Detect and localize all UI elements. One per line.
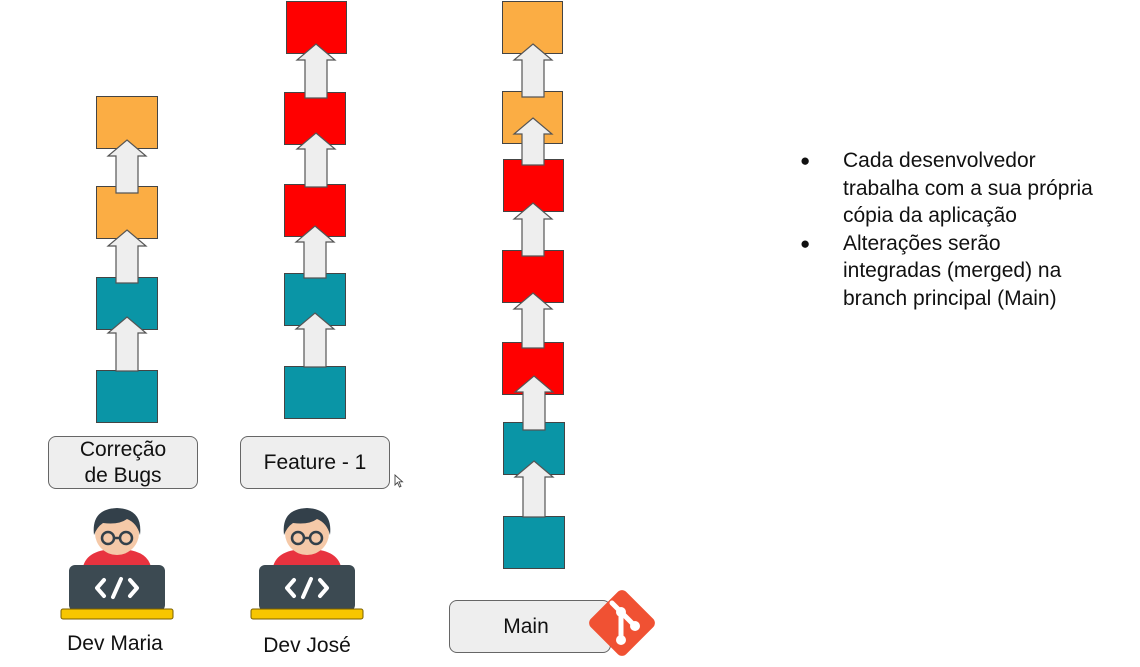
arrow-up-icon bbox=[106, 229, 148, 284]
arrow-up-icon bbox=[106, 139, 148, 194]
git-branching-diagram: Correção de Bugs Feature - 1 Main Dev Ma… bbox=[0, 0, 1140, 663]
mouse-cursor-icon bbox=[394, 474, 404, 488]
bullet-icon: ● bbox=[800, 233, 811, 253]
arrow-up-icon bbox=[294, 312, 336, 368]
commit-jose-5 bbox=[284, 366, 346, 419]
branch-label-feature: Feature - 1 bbox=[240, 436, 390, 489]
arrow-up-icon bbox=[512, 43, 554, 98]
git-logo-icon bbox=[589, 590, 655, 656]
note-item: ● Cada desenvolvedor trabalha com a sua p… bbox=[800, 149, 1093, 227]
developer-laptop-icon bbox=[60, 508, 174, 620]
arrow-up-icon bbox=[106, 316, 148, 372]
developer-name-jose: Dev José bbox=[263, 634, 351, 657]
arrow-up-icon bbox=[295, 132, 337, 188]
arrow-up-icon bbox=[294, 225, 336, 279]
commit-main-7 bbox=[503, 516, 565, 569]
branch-label-bugfix: Correção de Bugs bbox=[48, 436, 198, 489]
developer-laptop-icon bbox=[250, 508, 364, 620]
commit-maria-4 bbox=[96, 370, 158, 423]
note-item: ● Alterações serão integradas (merged) na… bbox=[800, 231, 1062, 310]
arrow-up-icon bbox=[295, 43, 337, 99]
bullet-icon: ● bbox=[800, 151, 811, 170]
arrow-up-icon bbox=[512, 202, 554, 257]
developer-name-maria: Dev Maria bbox=[67, 632, 163, 655]
arrow-up-icon bbox=[512, 117, 554, 166]
notes-list: ● Cada desenvolvedor trabalha com a sua p… bbox=[800, 147, 1100, 312]
arrow-up-icon bbox=[512, 292, 554, 349]
arrow-up-icon bbox=[513, 460, 555, 518]
arrow-up-icon bbox=[513, 375, 555, 431]
